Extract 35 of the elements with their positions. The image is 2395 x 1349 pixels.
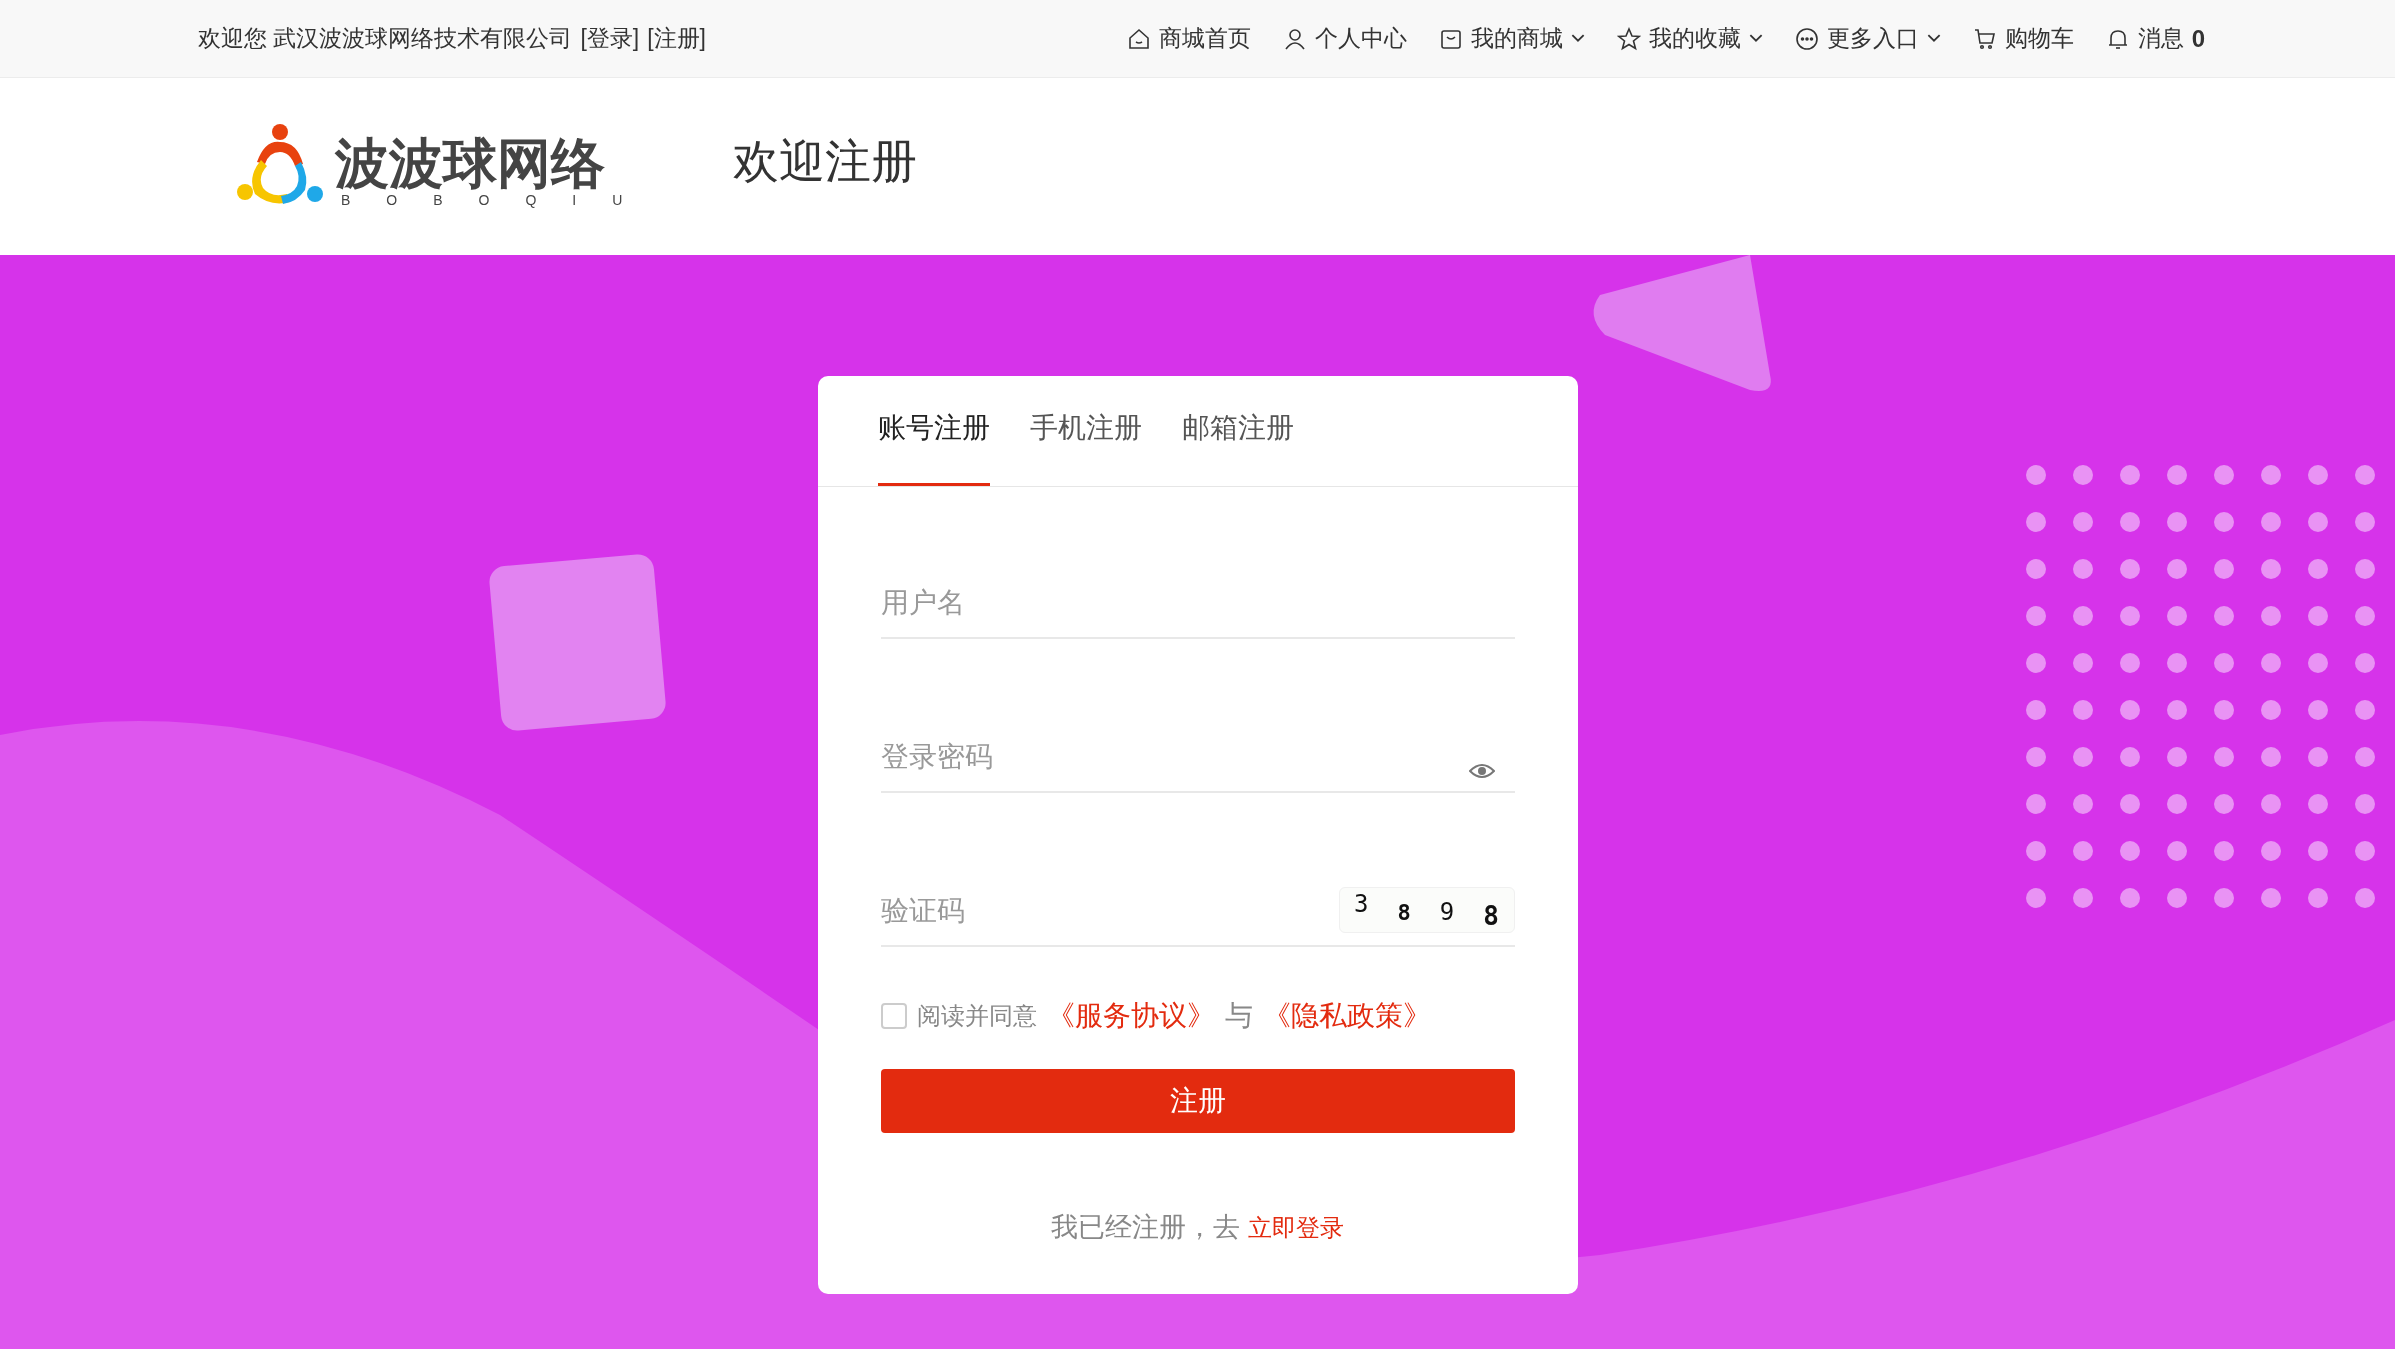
agreement-text: 阅读并同意 [916, 1001, 1037, 1031]
nav-link[interactable]: 更多入口 [1826, 23, 1919, 54]
login-link[interactable]: 立即登录 [1248, 1212, 1344, 1244]
eye-icon[interactable] [1468, 763, 1495, 779]
service-agreement-link[interactable]: 《服务协议》 [1046, 997, 1215, 1035]
page-title: 欢迎注册 [733, 133, 918, 189]
home-icon [1126, 26, 1151, 51]
message-count: 0 [2191, 24, 2205, 53]
agreement-checkbox[interactable] [880, 1003, 907, 1029]
user-icon [1282, 26, 1307, 51]
star-icon [1616, 26, 1641, 51]
top-link[interactable]: [登录] [580, 23, 640, 54]
cart-icon [1972, 26, 1997, 51]
password-field[interactable]: 登录密码 [880, 741, 1515, 791]
nav-link[interactable]: 购物车 [2004, 23, 2074, 54]
username-field[interactable]: 用户名 [880, 587, 1515, 637]
captcha-field[interactable]: 验证码 [880, 895, 1315, 945]
nav-link[interactable]: 我的商城 [1470, 23, 1563, 54]
tab[interactable]: 邮箱注册 [1181, 409, 1294, 486]
logo-subtitle: BOBOQIU [340, 191, 659, 208]
top-link[interactable]: [注册] [647, 23, 706, 54]
tab[interactable]: 账号注册 [877, 409, 990, 486]
tab[interactable]: 手机注册 [1029, 409, 1142, 486]
nav-link[interactable]: 我的收藏 [1648, 23, 1741, 54]
nav-link[interactable]: 消息 [2137, 23, 2184, 54]
captcha-image[interactable]: 3 8 9 8 [1338, 887, 1515, 933]
already-registered-text: 我已经注册，去 [1051, 1211, 1240, 1244]
conjunction-text: 与 [1224, 999, 1253, 1033]
welcome-text: 欢迎您 武汉波波球网络技术有限公司 [198, 24, 573, 53]
nav-link[interactable]: 个人中心 [1314, 23, 1407, 54]
privacy-policy-link[interactable]: 《隐私政策》 [1262, 997, 1431, 1035]
register-button[interactable]: 注册 [880, 1069, 1515, 1133]
logo-name: 波波球网络 [335, 135, 606, 192]
nav-link[interactable]: 商城首页 [1158, 23, 1251, 54]
more-icon [1794, 26, 1819, 51]
